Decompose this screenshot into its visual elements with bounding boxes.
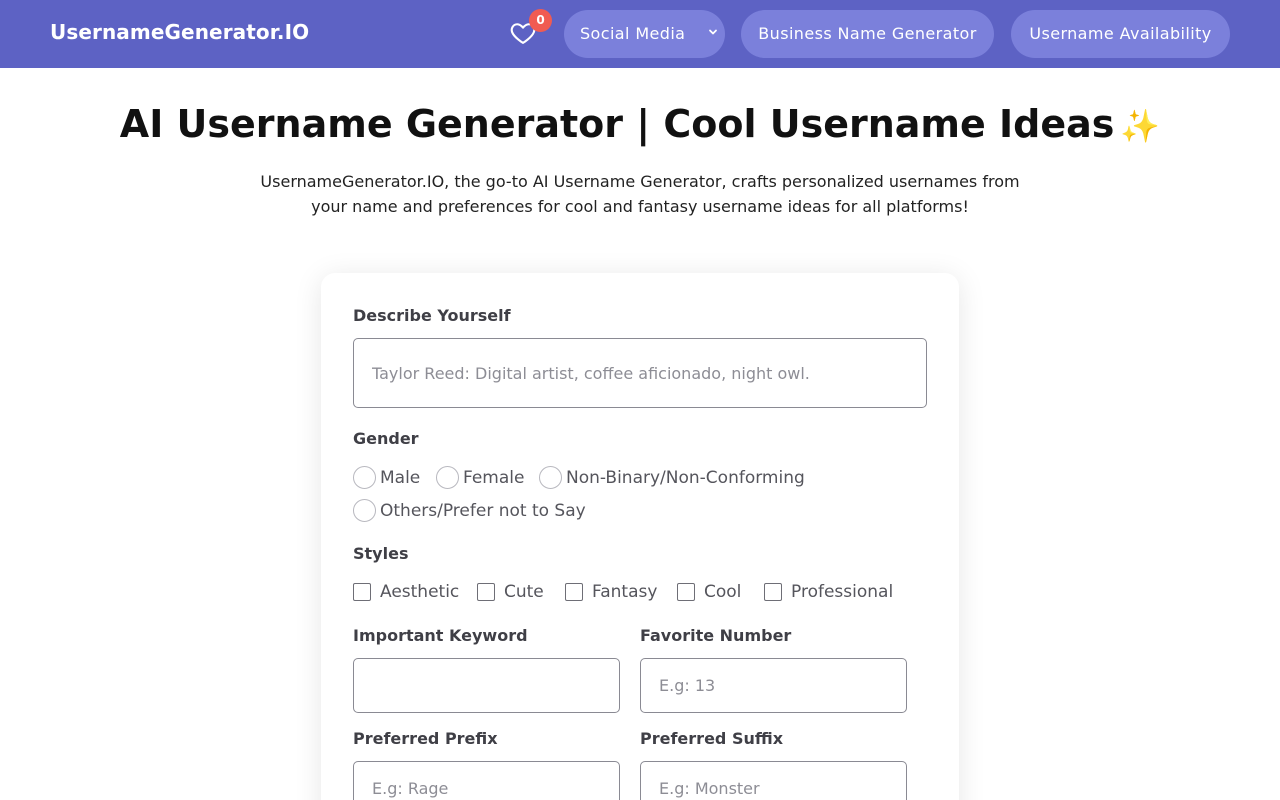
checkbox[interactable] [764, 583, 782, 601]
favorite-number-input[interactable] [640, 658, 907, 713]
gender-option-prefer-not-to-say[interactable]: Others/Prefer not to Say [353, 499, 586, 522]
style-option-label: Aesthetic [380, 582, 460, 602]
styles-label: Styles [353, 544, 409, 563]
preferred-prefix-label: Preferred Prefix [353, 729, 498, 748]
preferred-suffix-input[interactable] [640, 761, 907, 800]
social-media-label: Social Media [580, 24, 686, 43]
gender-option-male[interactable]: Male [353, 466, 420, 489]
sparkles-icon: ✨ [1120, 107, 1161, 145]
describe-yourself-label: Describe Yourself [353, 306, 511, 325]
gender-option-non-binary[interactable]: Non-Binary/Non-Conforming [539, 466, 805, 489]
style-option-label: Fantasy [592, 582, 658, 602]
gender-label: Gender [353, 429, 419, 448]
page-title-text: AI Username Generator | Cool Username Id… [119, 102, 1115, 146]
social-media-dropdown[interactable]: Social Media [564, 10, 725, 58]
checkbox[interactable] [677, 583, 695, 601]
preferred-suffix-label: Preferred Suffix [640, 729, 784, 748]
page-title: AI Username Generator | Cool Username Id… [0, 102, 1280, 146]
checkbox[interactable] [353, 583, 371, 601]
style-option-professional[interactable]: Professional [764, 582, 893, 602]
style-option-fantasy[interactable]: Fantasy [565, 582, 657, 602]
radio-button[interactable] [353, 466, 376, 489]
style-option-cute[interactable]: Cute [477, 582, 544, 602]
checkbox[interactable] [565, 583, 583, 601]
style-option-aesthetic[interactable]: Aesthetic [353, 582, 459, 602]
style-option-cool[interactable]: Cool [677, 582, 741, 602]
describe-yourself-input[interactable] [353, 338, 927, 408]
business-name-generator-link[interactable]: Business Name Generator [741, 10, 994, 58]
preferred-prefix-input[interactable] [353, 761, 620, 800]
page-description: UsernameGenerator.IO, the go-to AI Usern… [260, 172, 1020, 216]
important-keyword-input[interactable] [353, 658, 620, 713]
favorite-number-label: Favorite Number [640, 626, 792, 645]
checkbox[interactable] [477, 583, 495, 601]
gender-option-label: Others/Prefer not to Say [380, 500, 586, 521]
style-option-label: Cool [704, 582, 742, 602]
radio-button[interactable] [539, 466, 562, 489]
style-option-label: Professional [791, 582, 894, 602]
gender-option-label: Male [380, 467, 421, 488]
site-header: UsernameGenerator.IO 0 Social Media Busi… [0, 0, 1280, 68]
radio-button[interactable] [353, 499, 376, 522]
gender-option-label: Non-Binary/Non-Conforming [566, 467, 805, 488]
gender-option-label: Female [463, 467, 525, 488]
generator-form-card: Describe Yourself Gender Male Female Non… [321, 273, 959, 800]
radio-button[interactable] [436, 466, 459, 489]
important-keyword-label: Important Keyword [353, 626, 528, 645]
chevron-down-icon [709, 29, 717, 35]
brand-logo-link[interactable]: UsernameGenerator.IO [50, 20, 309, 44]
username-availability-link[interactable]: Username Availability [1011, 10, 1230, 58]
favorites-count-badge: 0 [529, 9, 552, 32]
style-option-label: Cute [504, 582, 544, 602]
gender-option-female[interactable]: Female [436, 466, 524, 489]
